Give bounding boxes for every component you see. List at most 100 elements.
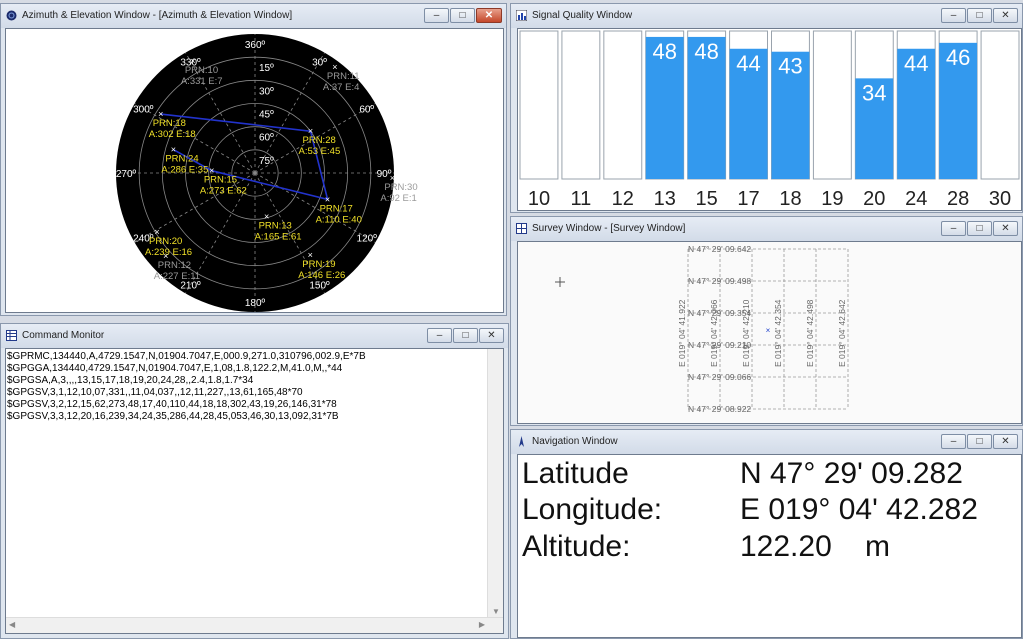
- signal-chart-area: 10 11 12 48 13 48 15 44 17 43 18 19 34 20 44 24 46 28 30: [517, 28, 1022, 211]
- satellite-prn: PRN:19: [302, 259, 335, 270]
- altitude-unit: m: [865, 530, 890, 563]
- vertical-scrollbar[interactable]: ▼: [487, 349, 503, 618]
- prn-tick-label: 11: [570, 188, 591, 210]
- prn-tick-label: 18: [779, 188, 801, 210]
- longitude-grid-label: E 019° 04' 42.066: [709, 299, 719, 367]
- satellite-prn: PRN:30: [384, 182, 417, 193]
- scroll-down-arrow[interactable]: ▼: [492, 607, 500, 616]
- close-icon: ✕: [484, 10, 494, 21]
- satellite-info: A:302 E:18: [149, 129, 196, 140]
- latitude-grid-label: N 47° 29' 09.642: [688, 244, 751, 254]
- azimuth-label: 300º: [133, 105, 154, 116]
- elevation-label: 15º: [259, 63, 274, 74]
- command-monitor-window: Command Monitor – □ ✕ $GPRMC,134440,A,47…: [0, 323, 509, 639]
- maximize-button[interactable]: □: [453, 328, 478, 343]
- maximize-button[interactable]: □: [967, 8, 992, 23]
- scroll-left-arrow[interactable]: ◀: [9, 620, 15, 629]
- cursor-crosshair-icon: [555, 277, 565, 287]
- scroll-right-arrow[interactable]: ▶: [479, 620, 485, 629]
- nmea-line: $GPRMC,134440,A,4729.1547,N,01904.7047,E…: [7, 351, 366, 362]
- window-title: Azimuth & Elevation Window - [Azimuth & …: [22, 10, 293, 21]
- maximize-button[interactable]: □: [967, 221, 992, 236]
- nmea-line: $GPGGA,134440,4729.1547,N,01904.7047,E,1…: [7, 363, 343, 374]
- title-bar[interactable]: Command Monitor – □ ✕: [1, 324, 508, 348]
- satellite-prn: PRN:13: [259, 220, 292, 231]
- satellite-info: A:37 E:4: [323, 82, 359, 93]
- minimize-icon: –: [436, 330, 443, 341]
- position-marker-icon: ×: [766, 326, 771, 335]
- prn-tick-label: 19: [821, 188, 843, 210]
- window-title: Signal Quality Window: [532, 10, 633, 21]
- minimize-button[interactable]: –: [941, 221, 966, 236]
- maximize-button[interactable]: □: [967, 434, 992, 449]
- elevation-label: 45º: [259, 110, 274, 121]
- close-icon: ✕: [1001, 436, 1010, 447]
- longitude-grid-label: E 019° 04' 42.642: [837, 299, 847, 367]
- close-button[interactable]: ✕: [479, 328, 504, 343]
- title-bar[interactable]: Signal Quality Window – □ ✕: [511, 4, 1022, 28]
- azimuth-label: 150º: [309, 281, 330, 292]
- close-icon: ✕: [487, 330, 496, 341]
- signal-value-label: 44: [904, 51, 928, 76]
- satellite-info: A:53 E:45: [299, 146, 341, 157]
- minimize-icon: –: [433, 10, 440, 21]
- prn-tick-label: 20: [863, 188, 885, 210]
- latitude-label: Latitude: [522, 457, 629, 490]
- survey-grid: N 47° 29' 09.642 N 47° 29' 09.498 N 47° 29…: [555, 244, 849, 414]
- close-button[interactable]: ✕: [476, 8, 502, 23]
- minimize-button[interactable]: –: [941, 434, 966, 449]
- satellite-prn: PRN:11: [327, 71, 360, 82]
- title-bar[interactable]: Azimuth & Elevation Window - [Azimuth & …: [1, 4, 506, 28]
- nmea-output[interactable]: $GPRMC,134440,A,4729.1547,N,01904.7047,E…: [5, 348, 504, 634]
- longitude-grid-label: E 019° 04' 42.354: [773, 299, 783, 367]
- nmea-line: $GPGSV,3,2,12,15,62,273,48,17,40,110,44,…: [7, 399, 337, 410]
- latitude-grid-label: N 47° 29' 09.498: [688, 276, 751, 286]
- close-icon: ✕: [1001, 10, 1010, 21]
- altitude-value: 122.20: [740, 530, 832, 563]
- satellite-info: A:227 E:11: [154, 271, 200, 282]
- title-bar[interactable]: Survey Window - [Survey Window] – □ ✕: [511, 217, 1022, 241]
- satellite-info: A:331 E:7: [181, 76, 223, 87]
- close-icon: ✕: [1001, 223, 1010, 234]
- satellite-prn: PRN:24: [165, 154, 198, 165]
- signal-bar-chart: 10 11 12 48 13 48 15 44 17 43 18 19 34 20 44 24 46 28 30: [519, 30, 1020, 210]
- elevation-label: 30º: [259, 86, 274, 97]
- minimize-button[interactable]: –: [424, 8, 449, 23]
- sky-plot: 360º30º60º90º120º150º180º210º240º270º300…: [116, 34, 418, 312]
- maximize-icon: □: [976, 223, 983, 234]
- close-button[interactable]: ✕: [993, 221, 1018, 236]
- minimize-button[interactable]: –: [941, 8, 966, 23]
- elevation-label: 75º: [259, 156, 274, 167]
- azimuth-label: 270º: [116, 169, 137, 180]
- horizontal-scrollbar[interactable]: ◀ ▶: [6, 617, 503, 633]
- signal-slot: [812, 30, 852, 180]
- signal-slot: [519, 30, 559, 180]
- azimuth-label: 360º: [245, 40, 266, 51]
- close-button[interactable]: ✕: [993, 434, 1018, 449]
- azimuth-label: 180º: [245, 298, 266, 309]
- prn-tick-label: 12: [612, 188, 634, 210]
- prn-tick-label: 30: [989, 188, 1011, 210]
- maximize-icon: □: [459, 10, 466, 21]
- close-button[interactable]: ✕: [993, 8, 1018, 23]
- signal-value-label: 48: [652, 39, 676, 64]
- signal-value-label: 44: [736, 51, 760, 76]
- navigation-readout: Latitude N 47° 29' 09.282 Longitude: E 0…: [517, 454, 1022, 638]
- satellite-info: A:165 E:61: [255, 231, 302, 242]
- azimuth-label: 60º: [359, 105, 374, 116]
- signal-quality-window: Signal Quality Window – □ ✕ 10 11 12 48 13 48…: [510, 3, 1023, 213]
- longitude-grid-label: E 019° 04' 41.922: [677, 299, 687, 367]
- azimuth-label: 30º: [312, 57, 327, 68]
- survey-area[interactable]: N 47° 29' 09.642 N 47° 29' 09.498 N 47° 29…: [517, 241, 1022, 424]
- maximize-icon: □: [462, 330, 469, 341]
- title-bar[interactable]: Navigation Window – □ ✕: [511, 430, 1022, 454]
- minimize-button[interactable]: –: [427, 328, 452, 343]
- satellite-info: A:146 E:26: [298, 270, 345, 281]
- satellite-info: A:92 E:1: [380, 193, 416, 204]
- signal-slot: [980, 30, 1020, 180]
- longitude-value: E 019° 04' 42.282: [740, 493, 978, 526]
- maximize-button[interactable]: □: [450, 8, 475, 23]
- maximize-icon: □: [976, 436, 983, 447]
- grid-icon: [6, 330, 17, 341]
- longitude-label: Longitude:: [522, 493, 663, 526]
